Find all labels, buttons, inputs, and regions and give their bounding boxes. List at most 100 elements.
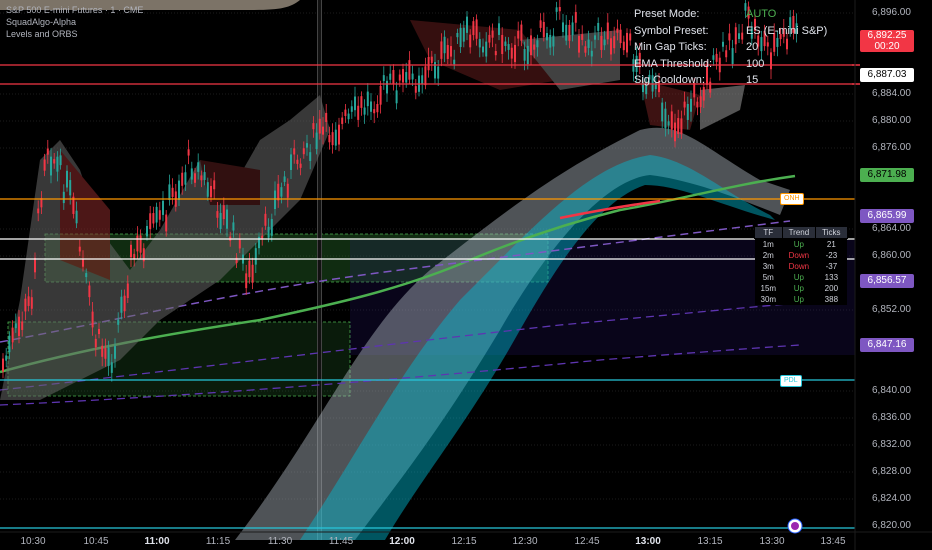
trend-table-header: Trend <box>781 226 817 239</box>
candle-body <box>574 12 577 23</box>
candle-body <box>264 213 267 226</box>
price-tag: 6,865.99 <box>860 209 914 223</box>
candle-body <box>296 159 299 164</box>
candle-body <box>197 162 200 172</box>
candle-body <box>53 159 56 164</box>
candle-body <box>549 34 552 48</box>
time-label: 13:30 <box>759 536 785 547</box>
price-label: 6,824.00 <box>872 493 911 504</box>
candle-body <box>363 107 366 115</box>
setting-value: ES (E-mini S&P) <box>746 24 828 37</box>
candle-body <box>514 44 516 63</box>
candle-body <box>507 44 510 50</box>
candle-body <box>123 295 126 312</box>
candle-body <box>392 70 395 84</box>
candle-body <box>248 260 251 278</box>
candle-body <box>555 7 558 12</box>
candle-body <box>341 117 344 124</box>
time-label: 10:30 <box>20 536 46 547</box>
candle-body <box>494 51 497 56</box>
candle-body <box>139 235 142 253</box>
candle-body <box>552 35 555 47</box>
candle-body <box>309 152 312 162</box>
candle-body <box>328 134 331 143</box>
trend-table-row: 15m Up 200 <box>754 283 848 294</box>
onh-tag: ONH <box>780 193 804 205</box>
candle-body <box>421 75 424 84</box>
candle-body <box>94 338 97 348</box>
candle-body <box>520 24 523 41</box>
candle-body <box>2 358 4 372</box>
candle-body <box>322 126 324 135</box>
candle-body <box>411 73 414 80</box>
candle-body <box>510 47 513 59</box>
trend-table-cell: 21 <box>815 238 848 250</box>
candle-body <box>75 210 78 224</box>
symbol-title[interactable]: S&P 500 E-mini Futures · 1 · CME <box>6 5 143 15</box>
indicator-alpha[interactable]: SquadAlgo-Alpha <box>6 17 76 27</box>
candle-body <box>667 121 670 126</box>
candle-body <box>680 118 683 135</box>
candle-body <box>210 185 212 198</box>
candle-body <box>584 46 587 53</box>
candle-body <box>158 210 161 220</box>
candle-body <box>619 29 622 44</box>
candle-body <box>251 264 254 283</box>
candle-body <box>206 182 209 197</box>
candle-body <box>232 222 235 231</box>
candle-body <box>270 219 273 236</box>
candle-body <box>600 35 603 50</box>
setting-row: EMA Threshold: 100 <box>634 56 827 73</box>
candle-body <box>386 80 388 94</box>
candle-body <box>312 123 315 130</box>
trend-table-row: 3m Down -37 <box>754 261 848 272</box>
candle-body <box>661 102 664 122</box>
candle-body <box>597 22 600 31</box>
trend-table-cell: 30m <box>754 294 783 305</box>
trend-table-cell: Up <box>782 238 816 250</box>
candle-body <box>606 22 609 40</box>
candle-body <box>222 205 225 220</box>
candle-body <box>542 21 545 38</box>
candle-body <box>344 109 347 116</box>
setting-row: Min Gap Ticks: 20 <box>634 39 827 56</box>
candle-body <box>395 90 398 104</box>
candle-body <box>405 72 408 83</box>
candle-body <box>302 148 305 155</box>
candle-body <box>219 212 222 229</box>
candle-body <box>498 23 500 35</box>
price-tag: 6,847.16 <box>860 338 914 352</box>
candle-body <box>450 46 452 57</box>
candle-body <box>382 75 385 82</box>
indicator-levels[interactable]: Levels and ORBS <box>6 29 78 39</box>
candle-body <box>482 46 484 53</box>
candle-body <box>216 211 219 218</box>
candle-body <box>578 35 580 53</box>
trend-table-cell: 133 <box>815 272 848 283</box>
setting-label: Sig Cooldown: <box>634 74 705 86</box>
candle-body <box>78 246 81 252</box>
candle-body <box>299 163 302 168</box>
candle-body <box>626 32 628 53</box>
candle-body <box>69 180 72 196</box>
candle-body <box>66 170 68 188</box>
candle-body <box>402 69 404 83</box>
candle-body <box>616 28 619 33</box>
candle-body <box>226 209 228 229</box>
candle-body <box>491 30 494 38</box>
candle-body <box>430 56 433 64</box>
candle-body <box>539 20 542 28</box>
candle-body <box>165 214 168 232</box>
price-label: 6,864.00 <box>872 223 911 234</box>
candle-body <box>88 285 91 298</box>
candle-body <box>91 311 94 328</box>
candle-body <box>469 34 472 48</box>
candle-body <box>485 41 488 57</box>
candle-body <box>670 111 673 130</box>
candle-body <box>456 32 459 38</box>
candle-body <box>280 187 283 197</box>
candle-body <box>472 21 475 36</box>
candle-body <box>107 347 110 367</box>
candle-body <box>136 235 139 252</box>
candle-body <box>34 257 36 273</box>
